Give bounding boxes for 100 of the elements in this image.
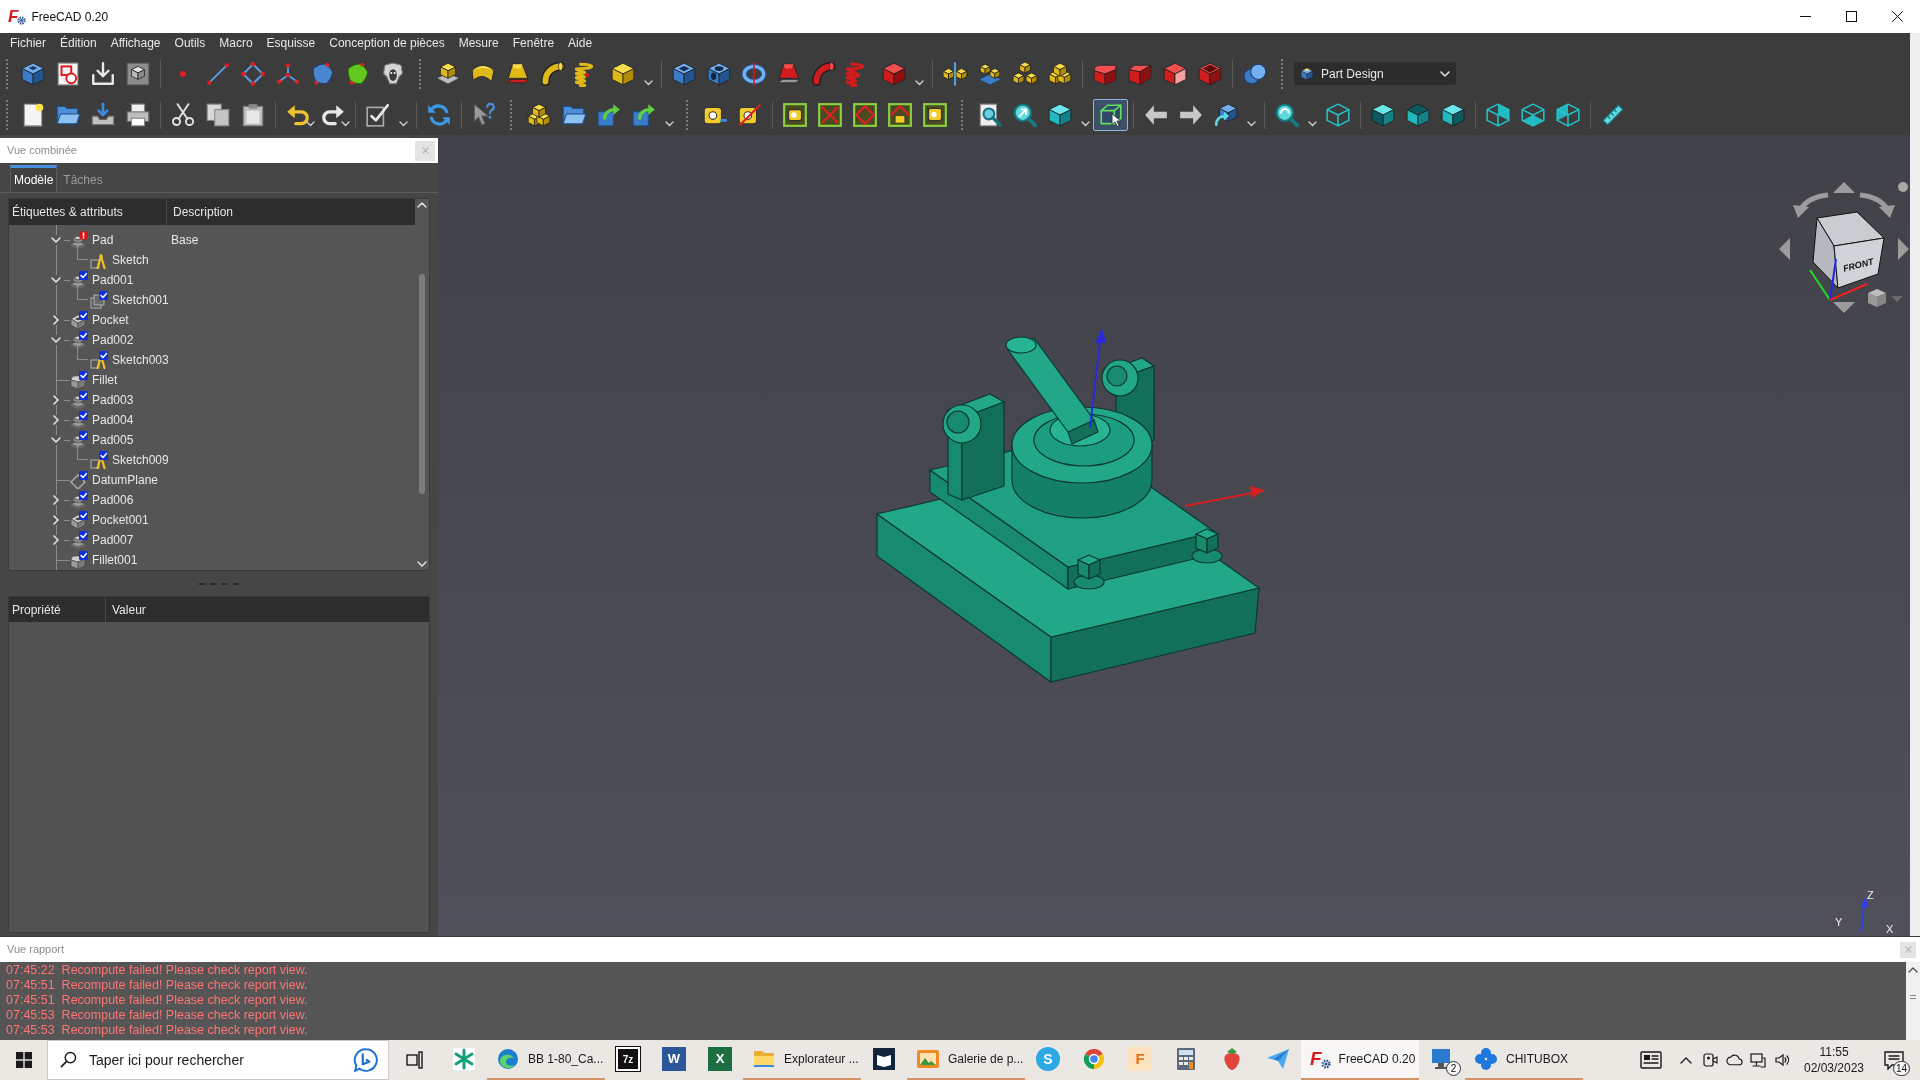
toolbar-grip[interactable] — [6, 99, 9, 130]
copy-icon[interactable] — [204, 101, 231, 128]
tape-measure-icon[interactable] — [736, 101, 763, 128]
toolbar-grip[interactable] — [6, 58, 9, 89]
cube-icon[interactable] — [609, 60, 636, 87]
toolbar-grip[interactable] — [1280, 58, 1284, 89]
navigation-cube[interactable]: FRONT — [1812, 211, 1885, 289]
download-tray-icon[interactable] — [89, 60, 116, 87]
caret-icon[interactable] — [1307, 120, 1317, 127]
menu-item[interactable]: Macro — [212, 34, 260, 52]
tab[interactable]: Modèle — [10, 165, 58, 192]
chevron-up-icon[interactable] — [1680, 1056, 1692, 1064]
mirrored-blocks-icon[interactable] — [941, 60, 968, 87]
measure-frame-icon[interactable] — [886, 101, 913, 128]
news-icon[interactable] — [1640, 1051, 1662, 1069]
dot-icon[interactable] — [1898, 182, 1908, 192]
workbench-dropdown[interactable]: Part Design — [1294, 62, 1456, 85]
minimize-icon[interactable] — [1799, 16, 1811, 17]
wire-cube-icon[interactable] — [1324, 101, 1351, 128]
app-logo[interactable]: W — [662, 1047, 686, 1071]
chevron-right-icon[interactable] — [51, 495, 61, 505]
cube-view-icon[interactable] — [1369, 101, 1396, 128]
arrow-down-icon[interactable] — [1833, 302, 1855, 313]
printer-icon[interactable] — [124, 101, 151, 128]
task-view-icon[interactable] — [406, 1051, 424, 1069]
export-arrow-icon[interactable] — [630, 101, 657, 128]
chevron-down-icon[interactable] — [417, 561, 427, 567]
menu-item[interactable]: Conception de pièces — [322, 34, 452, 52]
cube-view-icon[interactable] — [1404, 101, 1431, 128]
column-header[interactable]: Étiquettes & attributs — [12, 203, 123, 221]
chevron-down-icon[interactable] — [51, 335, 61, 345]
plane-icon[interactable] — [239, 60, 266, 87]
block-stack-icon[interactable] — [1046, 60, 1073, 87]
tree-item-label[interactable]: Pad003 — [92, 393, 134, 407]
menu-item[interactable]: Affichage — [103, 34, 168, 52]
block-icon[interactable] — [19, 60, 46, 87]
caret-icon[interactable] — [1080, 120, 1090, 127]
menu-item[interactable]: Aide — [561, 34, 600, 52]
tree-item-label[interactable]: Pad — [92, 233, 114, 247]
box-selection-button[interactable] — [1093, 98, 1128, 131]
checkmark-icon[interactable] — [364, 101, 391, 128]
clock-button[interactable]: 11:55 02/03/2023 — [1794, 1040, 1874, 1080]
book-icon[interactable] — [872, 1047, 896, 1071]
ruler-icon[interactable] — [1599, 101, 1626, 128]
scrollbar-thumb[interactable] — [419, 274, 425, 494]
blocks-icon[interactable] — [525, 101, 552, 128]
caret-icon[interactable] — [914, 79, 924, 86]
menu-item[interactable]: Fenêtre — [505, 34, 562, 52]
tree-item-label[interactable]: Pocket — [92, 313, 129, 327]
volume-icon[interactable] — [1774, 1052, 1790, 1068]
scrollbar-thumb[interactable] — [1910, 995, 1916, 999]
rotate-left-icon[interactable] — [1793, 192, 1829, 218]
paper-plane-icon[interactable] — [1266, 1047, 1290, 1071]
app-logo[interactable]: X — [708, 1047, 732, 1071]
cube-arrow-icon[interactable] — [1212, 101, 1239, 128]
windows-logo-icon[interactable] — [15, 1052, 32, 1068]
scissors-icon[interactable] — [169, 101, 196, 128]
search-field[interactable]: Taper ici pour rechercher — [47, 1040, 389, 1080]
caret-icon[interactable] — [306, 120, 315, 127]
tree-item-label[interactable]: Fillet001 — [92, 553, 138, 567]
tree-item-label[interactable]: Pocket001 — [92, 513, 149, 527]
refresh-icon[interactable] — [425, 101, 452, 128]
tree-item-label[interactable]: Pad007 — [92, 533, 134, 547]
cube-view-icon[interactable] — [1519, 101, 1546, 128]
tree-item-label[interactable]: Pad004 — [92, 413, 134, 427]
tree-item-label[interactable]: Pad002 — [92, 333, 134, 347]
column-header[interactable]: Propriété — [12, 600, 61, 619]
3d-view[interactable]: FRONT Z Y X — [438, 135, 1910, 936]
line-icon[interactable] — [204, 60, 231, 87]
axes-icon[interactable] — [274, 60, 301, 87]
block-ring-icon[interactable] — [1011, 60, 1038, 87]
cube-icon[interactable] — [880, 60, 907, 87]
cube-view-icon[interactable] — [1484, 101, 1511, 128]
toolbar-grip[interactable] — [418, 58, 422, 89]
measure-frame-icon[interactable] — [816, 101, 843, 128]
shape-icon[interactable] — [344, 60, 371, 87]
sloped-cube-icon[interactable] — [1161, 60, 1188, 87]
menu-item[interactable]: Mesure — [451, 34, 506, 52]
network-icon[interactable] — [1750, 1052, 1766, 1068]
chevron-down-icon[interactable] — [51, 235, 61, 245]
bent-tube-icon[interactable] — [539, 60, 566, 87]
chevron-right-icon[interactable] — [51, 315, 61, 325]
menu-item[interactable]: Édition — [53, 34, 104, 52]
menu-item[interactable]: Esquisse — [259, 34, 323, 52]
tree-item-label[interactable]: Sketch001 — [112, 293, 169, 307]
caret-icon[interactable] — [341, 120, 350, 127]
zoom-refresh-icon[interactable] — [1273, 101, 1300, 128]
measure-frame-icon[interactable] — [851, 101, 878, 128]
column-header[interactable]: Description — [173, 203, 234, 221]
ring-icon[interactable] — [740, 60, 767, 87]
taskbar-button[interactable]: BB 1-80_Ca... — [487, 1040, 605, 1080]
menu-item[interactable]: Outils — [167, 34, 213, 52]
hollow-cube-icon[interactable] — [1196, 60, 1223, 87]
chevron-up-icon[interactable] — [1908, 967, 1918, 973]
caret-icon[interactable] — [398, 120, 408, 127]
slab-icon[interactable] — [434, 60, 461, 87]
cube-icon[interactable] — [1046, 101, 1073, 128]
pocket-block-icon[interactable] — [670, 60, 697, 87]
measure-frame-icon[interactable] — [781, 101, 808, 128]
toolbar-grip[interactable] — [685, 99, 689, 130]
